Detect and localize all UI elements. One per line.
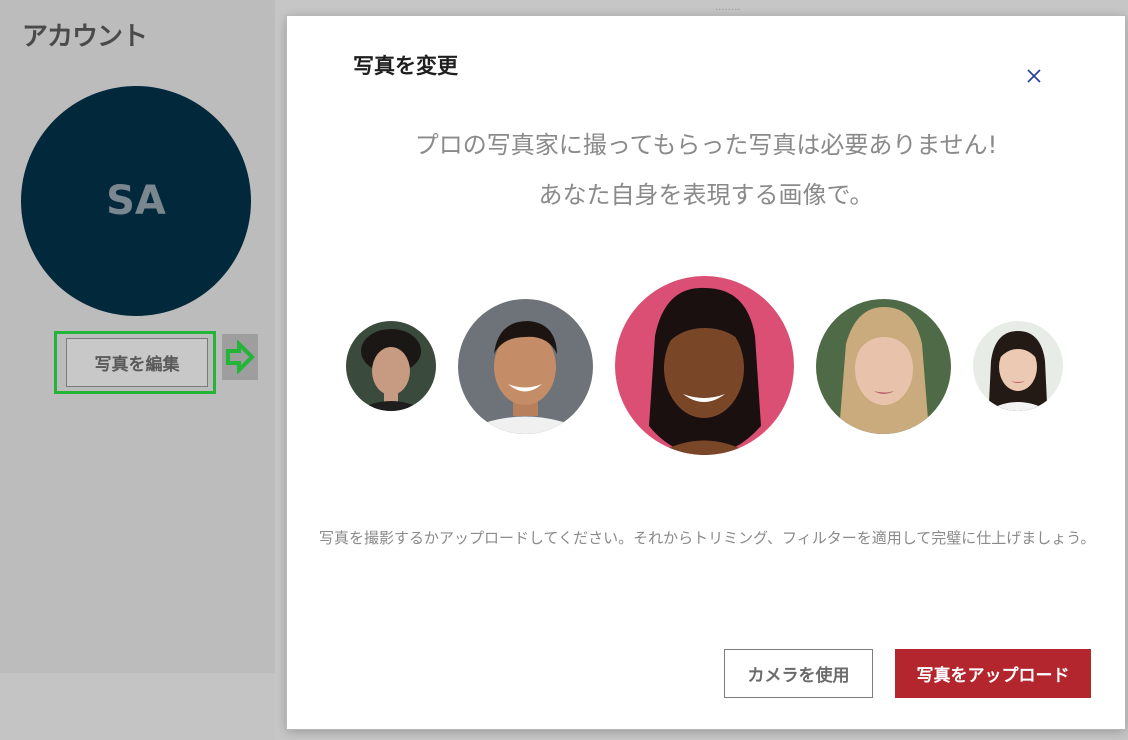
edit-photo-button[interactable]: 写真を編集 <box>66 338 208 387</box>
close-icon <box>1027 69 1041 83</box>
avatar-initials: SA <box>106 178 166 224</box>
description-text: 写真を撮影するかアップロードしてください。それからトリミング、フィルターを適用し… <box>319 529 1096 547</box>
avatar: SA <box>21 86 251 316</box>
change-photo-dialog: 写真を変更 プロの写真家に撮ってもらった写真は必要ありません! あなた自身を表現… <box>287 16 1125 729</box>
account-title: アカウント <box>22 22 148 52</box>
headline-line-1: プロの写真家に撮ってもらった写真は必要ありません! <box>414 131 998 159</box>
dialog-title: 写真を変更 <box>353 54 458 78</box>
background-partial-text: ........ <box>715 2 741 13</box>
sample-face-2 <box>458 299 593 434</box>
headline: プロの写真家に撮ってもらった写真は必要ありません! あなた自身を表現する画像で。 <box>287 120 1125 220</box>
footer-strip <box>0 673 275 740</box>
account-panel: アカウント SA 写真を編集 <box>0 0 275 673</box>
sample-face-1 <box>346 321 436 411</box>
headline-line-2: あなた自身を表現する画像で。 <box>538 181 874 209</box>
sample-face-5 <box>973 321 1063 411</box>
sample-face-4 <box>816 299 951 434</box>
sample-face-3 <box>615 276 794 455</box>
use-camera-button[interactable]: カメラを使用 <box>724 649 873 698</box>
upload-photo-button[interactable]: 写真をアップロード <box>895 649 1091 698</box>
close-button[interactable] <box>1020 62 1048 90</box>
arrow-right-icon <box>222 334 258 380</box>
